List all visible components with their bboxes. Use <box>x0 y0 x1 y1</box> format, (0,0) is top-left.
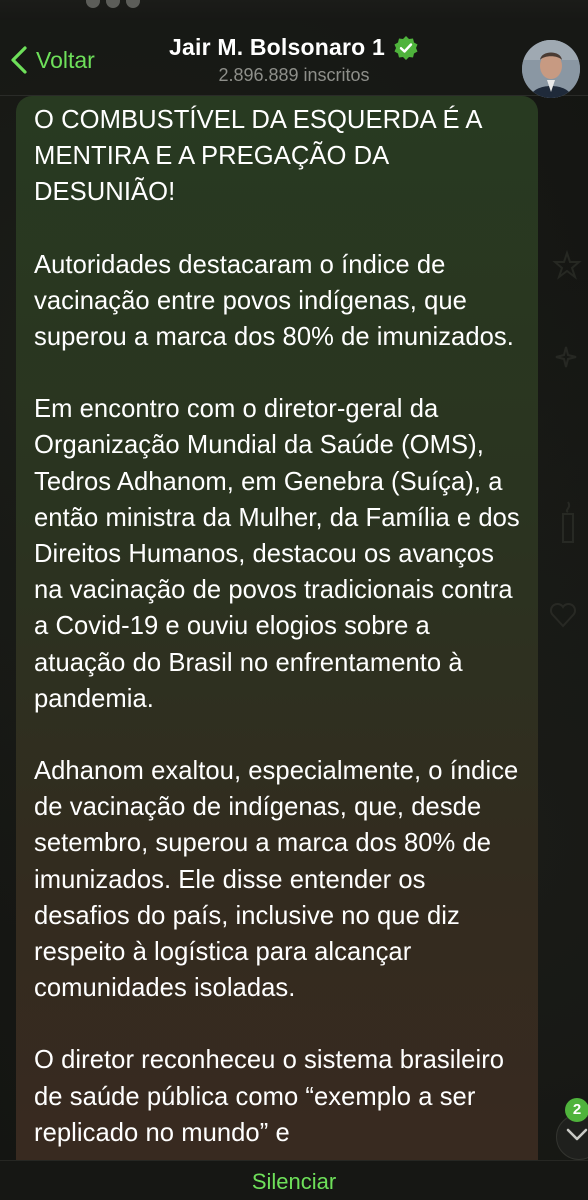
mute-button[interactable]: Silenciar <box>252 1169 336 1195</box>
message-paragraph: Adhanom exaltou, especialmente, o índice… <box>34 757 519 1003</box>
message-bubble: O COMBUSTÍVEL DA ESQUERDA É A MENTIRA E … <box>16 96 538 1200</box>
wallpaper-doodle-heart-icon <box>549 602 577 628</box>
channel-info[interactable]: Jair M. Bolsonaro 1 2.896.889 inscritos <box>0 34 588 86</box>
channel-title: Jair M. Bolsonaro 1 <box>169 34 385 60</box>
wallpaper-doodle-star-icon <box>552 250 582 280</box>
wallpaper-doodle-candle-icon <box>562 501 574 543</box>
message-paragraph: Em encontro com o diretor-geral da Organ… <box>34 395 520 713</box>
verified-badge-icon <box>393 35 419 61</box>
message-paragraph-headline: O COMBUSTÍVEL DA ESQUERDA É A MENTIRA E … <box>34 106 482 207</box>
bottom-bar: Silenciar <box>0 1160 588 1200</box>
wallpaper-doodle-sparkle-icon <box>555 346 577 368</box>
chevron-down-icon <box>566 1128 588 1141</box>
subscriber-count: 2.896.889 inscritos <box>218 65 370 85</box>
message-paragraph: O diretor reconheceu o sistema brasileir… <box>34 1046 505 1147</box>
unread-count-badge: 2 <box>565 1098 588 1122</box>
chat-header: Voltar Jair M. Bolsonaro 1 2.896.889 ins… <box>0 20 588 98</box>
status-bar <box>0 0 588 20</box>
status-indicators <box>86 0 146 10</box>
message-paragraph: Autoridades destacaram o índice de vacin… <box>34 250 514 352</box>
channel-avatar[interactable] <box>522 40 580 98</box>
